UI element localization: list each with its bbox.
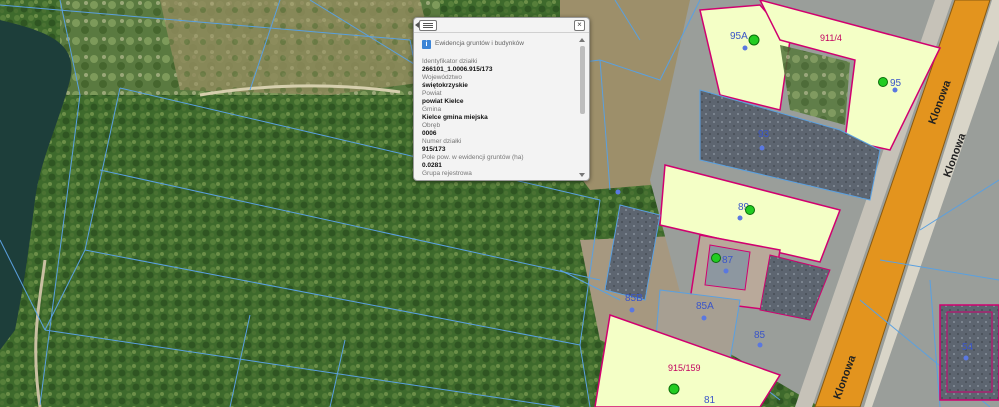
popup-field-value: świętokrzyskie [422, 82, 468, 89]
building-number-54: 54 [962, 342, 974, 353]
popup-field-row: Obręb 0006 [422, 122, 573, 138]
location-marker-icon [668, 383, 680, 395]
popup-title: Ewidencja gruntów i budynków [435, 40, 524, 47]
popup-field-row: Gmina Kielce gmina miejska [422, 106, 573, 122]
location-marker-icon [745, 205, 755, 215]
popup-field-row: Pole pow. w ewidencji gruntów (ha) 0.0281 [422, 154, 573, 170]
popup-field-row: Grupa rejestrowa7 [422, 170, 573, 178]
building-number-81: 81 [704, 395, 716, 406]
scroll-up-icon[interactable] [579, 38, 585, 42]
popup-field-value: powiat Kielce [422, 98, 464, 105]
info-icon: i [422, 40, 431, 49]
parcel-label-911-4: 911/4 [820, 33, 842, 43]
location-marker-icon [878, 77, 888, 87]
popup-field-label: Pole pow. w ewidencji gruntów (ha) [422, 154, 524, 161]
close-icon[interactable]: × [574, 20, 585, 31]
popup-field-row: Numer działki 915/173 [422, 138, 573, 154]
building-number-85b: 85B [625, 293, 643, 304]
popup-field-label: Województwo [422, 74, 462, 81]
building-number-87: 87 [722, 255, 734, 266]
popup-field-value: 0006 [422, 130, 437, 137]
back-arrow-icon[interactable] [415, 20, 437, 31]
popup-field-label: Obręb [422, 122, 441, 129]
popup-scrollbar[interactable] [579, 38, 586, 177]
popup-field-label: Powiat [422, 90, 442, 97]
popup-header: i Ewidencja gruntów i budynków [422, 40, 575, 52]
location-marker-icon [711, 253, 721, 263]
building-number-95a: 95A [730, 31, 748, 42]
building-number-85a: 85A [696, 301, 714, 312]
popup-field-label: Identyfikator działki [422, 58, 478, 65]
parcel-info-popup[interactable]: × i Ewidencja gruntów i budynków Identyf… [413, 17, 590, 181]
popup-field-label: Grupa rejestrowa [422, 170, 472, 177]
location-marker-icon [748, 34, 760, 46]
building-inner [704, 244, 751, 291]
popup-field-row: Identyfikator działki 266101_1.0006.915/1… [422, 58, 573, 74]
popup-field-row: Województwo świętokrzyskie [422, 74, 573, 90]
popup-content: Identyfikator działki 266101_1.0006.915/1… [422, 58, 573, 178]
popup-field-label: Numer działki [422, 138, 462, 145]
popup-toolbar: × [414, 18, 589, 33]
popup-field-label: Gmina [422, 106, 442, 113]
popup-field-value: 266101_1.0006.915/173 [422, 66, 493, 73]
dry-vegetation-area [160, 0, 440, 95]
popup-field-value: Kielce gmina miejska [422, 114, 488, 121]
popup-field-value: 915/173 [422, 146, 446, 153]
building-number-95: 95 [890, 78, 902, 89]
popup-field-row: Powiat powiat Kielce [422, 90, 573, 106]
building-number-93: 93 [758, 129, 770, 140]
scroll-down-icon[interactable] [579, 173, 585, 177]
building-number-85: 85 [754, 330, 766, 341]
parcel-label-915-159: 915/159 [668, 363, 701, 373]
popup-field-value: 0.0281 [422, 162, 442, 169]
scroll-thumb[interactable] [580, 46, 585, 114]
